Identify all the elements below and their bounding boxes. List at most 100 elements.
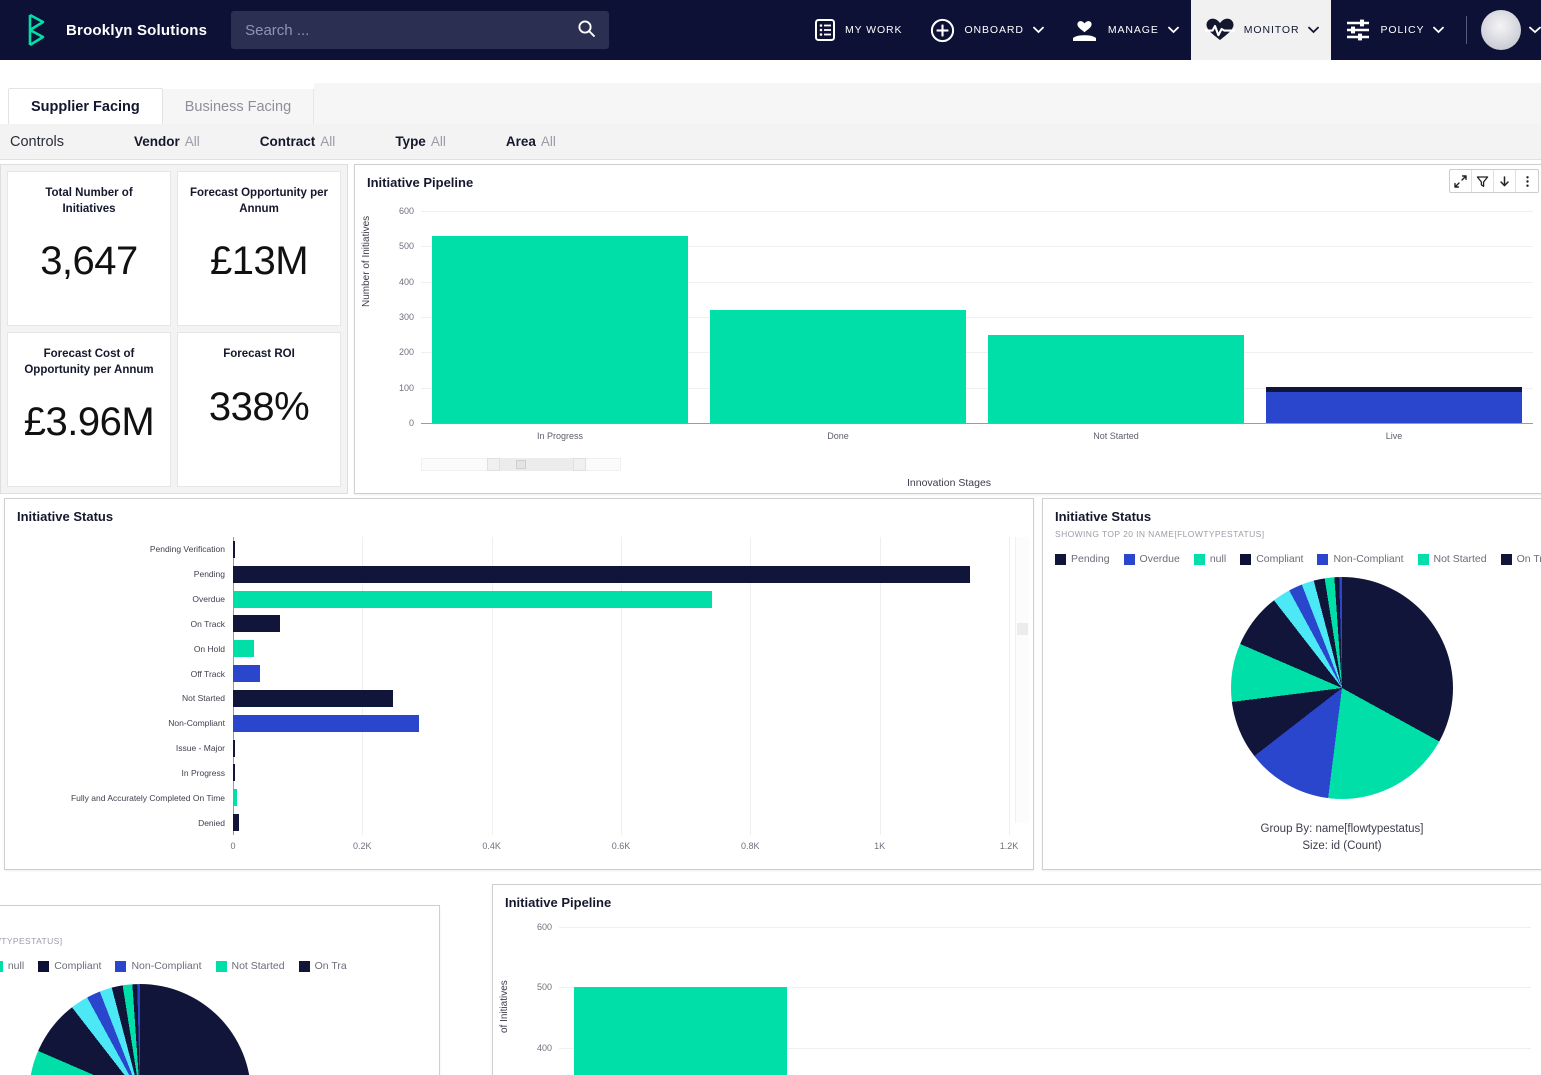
hbar-bar[interactable] [233, 665, 261, 682]
hbar-scroll-thumb[interactable] [1017, 622, 1028, 635]
hbar-row[interactable]: Overdue [192, 587, 1009, 612]
y-tick: 200 [398, 347, 414, 358]
x-tick: 0 [230, 841, 236, 851]
legend-label: null [7, 960, 25, 972]
expand-icon[interactable] [1450, 170, 1472, 192]
kpi-forecast-opportunity[interactable]: Forecast Opportunity per Annum £13M [177, 171, 341, 326]
filter-type[interactable]: Type All [395, 134, 446, 149]
x-tick: 0.6K [611, 841, 631, 851]
nav-item-monitor[interactable]: MONITOR [1190, 0, 1332, 60]
legend-item[interactable]: Non-Compliant [115, 960, 202, 972]
hbar-bar[interactable] [233, 789, 237, 807]
hbar-bar[interactable] [233, 565, 971, 583]
hbar-row[interactable]: Denied [198, 810, 1009, 835]
chevron-down-icon[interactable] [1032, 26, 1044, 35]
legend-item[interactable]: Compliant [1240, 553, 1303, 565]
nav-item-manage[interactable]: MANAGE [1056, 0, 1191, 60]
avatar[interactable] [1481, 10, 1522, 50]
hbar-row-label: Issue - Major [175, 743, 225, 754]
legend-swatch-icon [1417, 553, 1429, 565]
legend-item[interactable]: On Tra [1500, 553, 1541, 565]
chevron-down-icon[interactable] [1433, 26, 1445, 35]
legend-item[interactable]: Compliant [38, 960, 101, 972]
filter-area[interactable]: Area All [506, 134, 556, 149]
hbar-row[interactable]: On Track [191, 612, 1009, 637]
brand-area[interactable]: Brooklyn Solutions [0, 13, 207, 47]
panel-title: Initiative Status [17, 509, 114, 524]
hbar-bar[interactable] [233, 739, 235, 757]
hbar-row[interactable]: Fully and Accurately Completed On Time [71, 785, 1009, 810]
nav-item-policy[interactable]: POLICY [1331, 0, 1456, 60]
kpi-total-initiatives[interactable]: Total Number of Initiatives 3,647 [7, 171, 171, 326]
hbar-bar[interactable] [233, 689, 394, 707]
legend-item[interactable]: Not Started [215, 960, 285, 972]
legend-item[interactable]: Not Started [1417, 553, 1487, 565]
hbar-row[interactable]: Pending Verification [150, 537, 1009, 562]
hbar-scrollbar[interactable] [1015, 537, 1029, 823]
hbar-row[interactable]: On Hold [194, 636, 1009, 661]
search-input[interactable] [231, 21, 564, 39]
bar-done-secondary[interactable] [817, 927, 1031, 1075]
hbar-bar[interactable] [233, 590, 712, 608]
chevron-down-icon[interactable] [1167, 26, 1179, 35]
hbar-row[interactable]: Issue - Major [176, 736, 1009, 761]
bar-live-secondary[interactable] [1303, 927, 1517, 1075]
hbar-row[interactable]: Non-Compliant [168, 711, 1009, 736]
pie-chart[interactable] [1231, 577, 1453, 799]
download-icon[interactable] [1494, 170, 1516, 192]
legend-item[interactable]: null [1193, 553, 1226, 565]
legend-label: On Tra [1516, 553, 1541, 565]
more-menu-icon[interactable] [1516, 170, 1538, 192]
search-button[interactable] [563, 11, 609, 49]
legend-item[interactable]: Non-Compliant [1317, 553, 1404, 565]
filter-vendor[interactable]: Vendor All [134, 134, 200, 149]
bar-not-started[interactable]: Not Started [988, 211, 1244, 441]
kpi-forecast-cost[interactable]: Forecast Cost of Opportunity per Annum £… [7, 332, 171, 487]
legend-swatch-icon [1055, 553, 1066, 565]
hbar-row-label: Non-Compliant [168, 718, 225, 729]
pipeline-range-slider[interactable] [421, 458, 621, 471]
range-grip[interactable] [516, 460, 526, 469]
panel-initiative-status-bar: Initiative Status 0 0.2K 0.4K 0.6K 0.8K … [4, 498, 1034, 870]
y-tick: 100 [398, 382, 414, 393]
hbar-bar[interactable] [233, 814, 239, 831]
bar-in-progress-secondary[interactable] [573, 927, 788, 1075]
hbar-row[interactable]: Pending [194, 562, 1009, 587]
hbar-bar[interactable] [233, 540, 235, 558]
nav-item-my-work[interactable]: MY WORK [800, 0, 916, 60]
legend-item[interactable]: Pending [1055, 553, 1110, 565]
bar-in-progress[interactable]: In Progress [432, 211, 688, 441]
legend-item[interactable]: null [0, 960, 24, 972]
hbar-bar[interactable] [233, 615, 280, 633]
filter-icon[interactable] [1472, 170, 1494, 192]
controls-bar: Controls Vendor All Contract All Type All A… [0, 124, 1541, 160]
bar-not-started-secondary[interactable] [1060, 927, 1274, 1075]
kpi-forecast-roi[interactable]: Forecast ROI 338% [177, 332, 341, 487]
range-handle-left[interactable] [487, 458, 500, 471]
legend-item[interactable]: On Tra [298, 960, 347, 972]
hbar-bar[interactable] [233, 640, 255, 658]
pie-chart-secondary[interactable] [29, 984, 251, 1075]
y-axis-title: Number of Initiatives [361, 215, 372, 307]
nav-label: MANAGE [1107, 24, 1159, 36]
avatar-chevron-down-icon[interactable] [1529, 21, 1541, 39]
hbar-bar[interactable] [233, 714, 420, 732]
range-handle-right[interactable] [573, 458, 586, 471]
hbar-row[interactable]: Off Track [191, 661, 1009, 686]
hbar-row[interactable]: Not Started [182, 686, 1009, 711]
search-box[interactable] [231, 11, 610, 49]
hbar-bar[interactable] [233, 764, 235, 782]
legend-item[interactable]: Overdue [1123, 553, 1180, 565]
nav-item-onboard[interactable]: ONBOARD [916, 0, 1055, 60]
filter-contract[interactable]: Contract All [260, 134, 336, 149]
hbar-row[interactable]: In Progress [182, 761, 1009, 786]
tab-business-facing[interactable]: Business Facing [162, 89, 315, 127]
tab-strip-filler [314, 83, 1541, 127]
hbar-row-label: Overdue [192, 594, 225, 605]
chevron-down-icon[interactable] [1308, 26, 1320, 35]
pie-holder [1043, 577, 1541, 799]
bar-done[interactable]: Done [710, 211, 966, 441]
bar-live[interactable]: Live [1266, 211, 1522, 441]
tab-supplier-facing[interactable]: Supplier Facing [8, 88, 163, 128]
bar-label: Not Started [1093, 431, 1139, 441]
